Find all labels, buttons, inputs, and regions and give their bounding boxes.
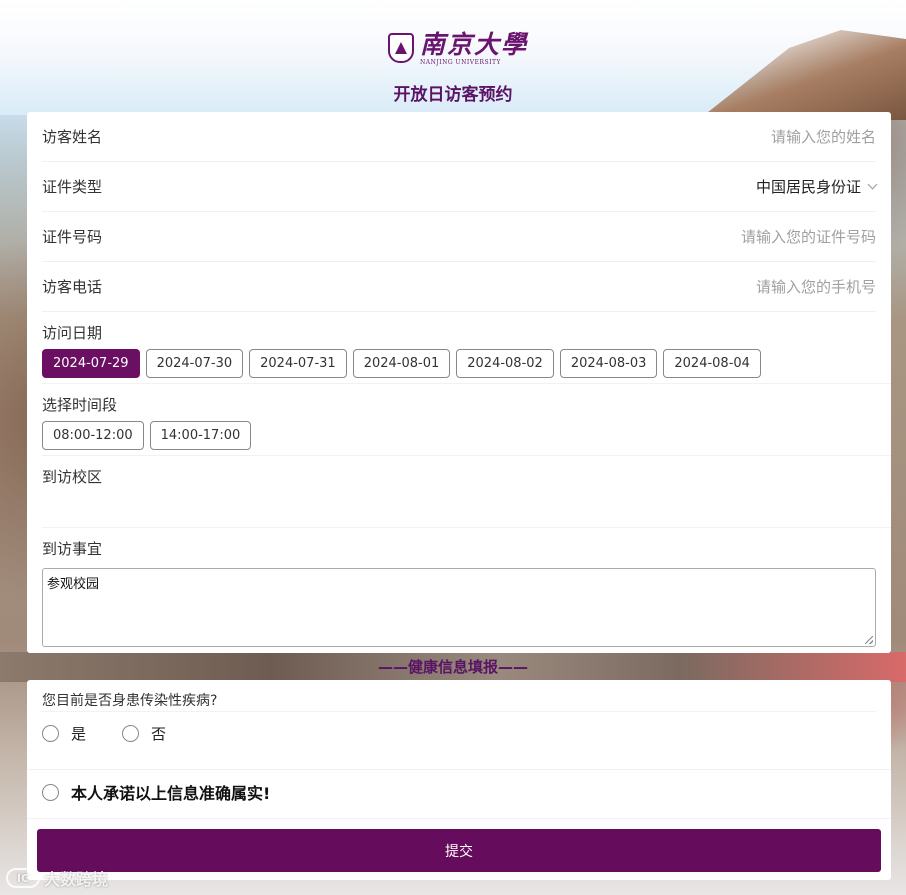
resize-grip-icon[interactable]: [865, 636, 873, 644]
id-type-label: 证件类型: [42, 178, 103, 196]
id-number-input[interactable]: 请输入您的证件号码: [741, 226, 876, 247]
watermark-logo: IC: [6, 868, 40, 888]
name-row[interactable]: 访客姓名 请输入您的姓名: [42, 112, 876, 162]
time-slot-options: 08:00-12:00 14:00-17:00: [42, 421, 252, 450]
divider: [27, 818, 891, 819]
university-logo: 南京大學 NANJING UNIVERSITY: [388, 28, 528, 68]
infection-option-yes-label: 是: [71, 725, 87, 743]
infection-option-no[interactable]: 否: [122, 723, 166, 744]
page-header: 南京大學 NANJING UNIVERSITY 开放日访客预约: [0, 0, 906, 112]
name-label: 访客姓名: [42, 128, 103, 146]
time-slot-morning[interactable]: 08:00-12:00: [42, 421, 144, 450]
id-type-row[interactable]: 证件类型 中国居民身份证: [42, 162, 878, 212]
radio-circle-icon[interactable]: [122, 725, 140, 742]
visitor-form-card: 访客姓名 请输入您的姓名 证件类型 中国居民身份证 证件号码 请输入您的证件号码…: [27, 112, 891, 653]
time-slot-afternoon[interactable]: 14:00-17:00: [149, 421, 252, 450]
date-option-0804[interactable]: 2024-08-04: [663, 349, 761, 378]
time-slot-label: 选择时间段: [42, 396, 118, 414]
infection-radio-group: 是 否: [42, 723, 202, 744]
divider: [42, 711, 876, 712]
purpose-value: 参观校园: [47, 577, 100, 592]
infection-option-no-label: 否: [151, 725, 167, 743]
id-number-label: 证件号码: [42, 228, 103, 246]
health-section-title: ——健康信息填报——: [377, 658, 528, 676]
promise-checkbox[interactable]: 本人承诺以上信息准确属实!: [42, 780, 270, 804]
divider: [42, 455, 891, 456]
phone-label: 访客电话: [42, 278, 103, 296]
date-option-0731[interactable]: 2024-07-31: [249, 349, 347, 378]
purpose-label: 到访事宜: [42, 540, 103, 558]
id-type-value: 中国居民身份证: [755, 178, 861, 196]
radio-circle-icon[interactable]: [42, 725, 59, 742]
page-title: 开放日访客预约: [393, 85, 513, 105]
university-seal-icon: [388, 33, 414, 63]
university-name-cn: 南京大學: [420, 29, 529, 59]
date-option-0802[interactable]: 2024-08-02: [456, 349, 554, 378]
visit-date-options: 2024-07-29 2024-07-30 2024-07-31 2024-08…: [42, 349, 761, 378]
watermark: IC 大数跨境: [6, 866, 108, 890]
divider: [27, 769, 891, 770]
chevron-down-icon: [867, 179, 878, 190]
date-option-0803[interactable]: 2024-08-03: [559, 349, 658, 378]
name-input[interactable]: 请输入您的姓名: [771, 126, 876, 147]
phone-row[interactable]: 访客电话 请输入您的手机号: [42, 262, 876, 312]
id-number-row[interactable]: 证件号码 请输入您的证件号码: [42, 212, 876, 262]
health-form-card: 您目前是否身患传染性疾病? 是 否 本人承诺以上信息准确属实! 提交: [27, 680, 891, 880]
date-option-0729[interactable]: 2024-07-29: [42, 349, 140, 378]
date-option-0801[interactable]: 2024-08-01: [352, 349, 451, 378]
phone-input[interactable]: 请输入您的手机号: [756, 276, 876, 297]
campus-label: 到访校区: [42, 468, 103, 486]
watermark-text: 大数跨境: [44, 870, 109, 889]
id-type-select[interactable]: 中国居民身份证: [755, 176, 878, 197]
divider: [42, 383, 891, 384]
infection-question: 您目前是否身患传染性疾病?: [42, 693, 218, 709]
purpose-textarea[interactable]: 参观校园: [42, 568, 876, 647]
infection-option-yes[interactable]: 是: [42, 723, 86, 744]
divider: [42, 527, 891, 528]
submit-button[interactable]: 提交: [37, 829, 881, 872]
date-option-0730[interactable]: 2024-07-30: [145, 349, 244, 378]
visit-date-label: 访问日期: [42, 324, 103, 342]
promise-label: 本人承诺以上信息准确属实!: [71, 784, 271, 803]
radio-circle-icon[interactable]: [42, 783, 59, 801]
university-name-en: NANJING UNIVERSITY: [420, 58, 501, 66]
